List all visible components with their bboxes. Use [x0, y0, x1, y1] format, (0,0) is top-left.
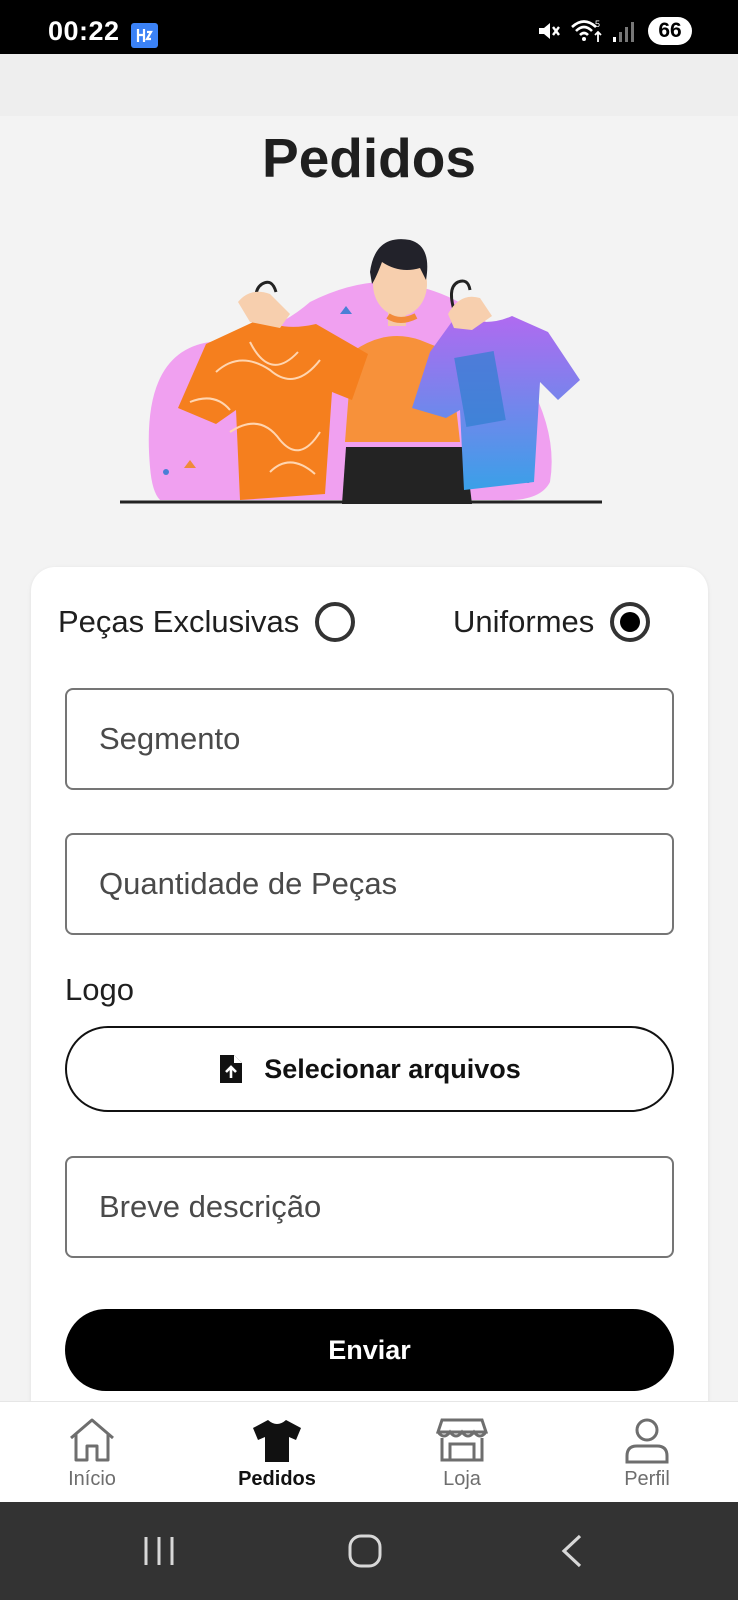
home-button-icon[interactable]: [347, 1534, 383, 1568]
tab-perfil[interactable]: Perfil: [577, 1402, 717, 1503]
tab-label: Início: [68, 1468, 116, 1490]
back-icon[interactable]: [558, 1534, 586, 1568]
tab-label: Perfil: [624, 1468, 670, 1490]
option-label: Uniformes: [453, 604, 595, 639]
option-uniformes[interactable]: Uniformes: [453, 600, 651, 644]
wifi-icon: 5: [571, 19, 602, 42]
select-files-label: Selecionar arquivos: [264, 1053, 521, 1084]
person-holding-shirts-illustration: [120, 239, 602, 504]
quantity-placeholder: Quantidade de Peças: [99, 866, 398, 901]
segment-field[interactable]: Segmento: [65, 688, 674, 790]
status-icons: 5 66: [536, 17, 692, 45]
option-pecas-exclusivas[interactable]: Peças Exclusivas: [58, 600, 356, 644]
tab-pedidos[interactable]: Pedidos: [207, 1402, 347, 1503]
svg-text:5: 5: [595, 19, 600, 29]
tab-inicio[interactable]: Início: [22, 1402, 162, 1503]
description-field[interactable]: Breve descrição: [65, 1156, 674, 1258]
page-title: Pedidos: [262, 127, 476, 189]
description-placeholder: Breve descrição: [99, 1189, 322, 1224]
logo-label: Logo: [65, 972, 134, 1007]
quantity-field[interactable]: Quantidade de Peças: [65, 833, 674, 935]
select-files-button[interactable]: Selecionar arquivos: [65, 1026, 674, 1112]
segment-placeholder: Segmento: [99, 721, 241, 756]
system-navigation-bar: [0, 1502, 738, 1600]
top-band: [0, 54, 738, 116]
tab-loja[interactable]: Loja: [392, 1402, 532, 1503]
signal-icon: [613, 22, 634, 42]
mute-icon: [539, 23, 560, 39]
recent-apps-icon[interactable]: [142, 1534, 176, 1568]
file-upload-icon: [220, 1055, 243, 1083]
bottom-tab-bar: Início Pedidos Loja Perfil: [0, 1401, 738, 1502]
radio-uniformes[interactable]: [610, 602, 651, 642]
home-icon: [70, 1418, 114, 1462]
battery-indicator: 66: [648, 17, 692, 45]
tshirt-icon: [253, 1420, 301, 1462]
tab-label: Pedidos: [238, 1468, 316, 1490]
submit-label: Enviar: [328, 1334, 411, 1365]
user-icon: [625, 1418, 669, 1464]
status-time: 00:22: [48, 16, 120, 46]
app-notification-icon: [131, 23, 158, 48]
store-icon: [436, 1418, 488, 1462]
radio-pecas-exclusivas[interactable]: [315, 602, 356, 642]
option-label: Peças Exclusivas: [58, 604, 300, 639]
tab-label: Loja: [443, 1468, 481, 1490]
submit-button[interactable]: Enviar: [65, 1309, 674, 1391]
status-bar: 00:22 5 66: [0, 0, 738, 54]
